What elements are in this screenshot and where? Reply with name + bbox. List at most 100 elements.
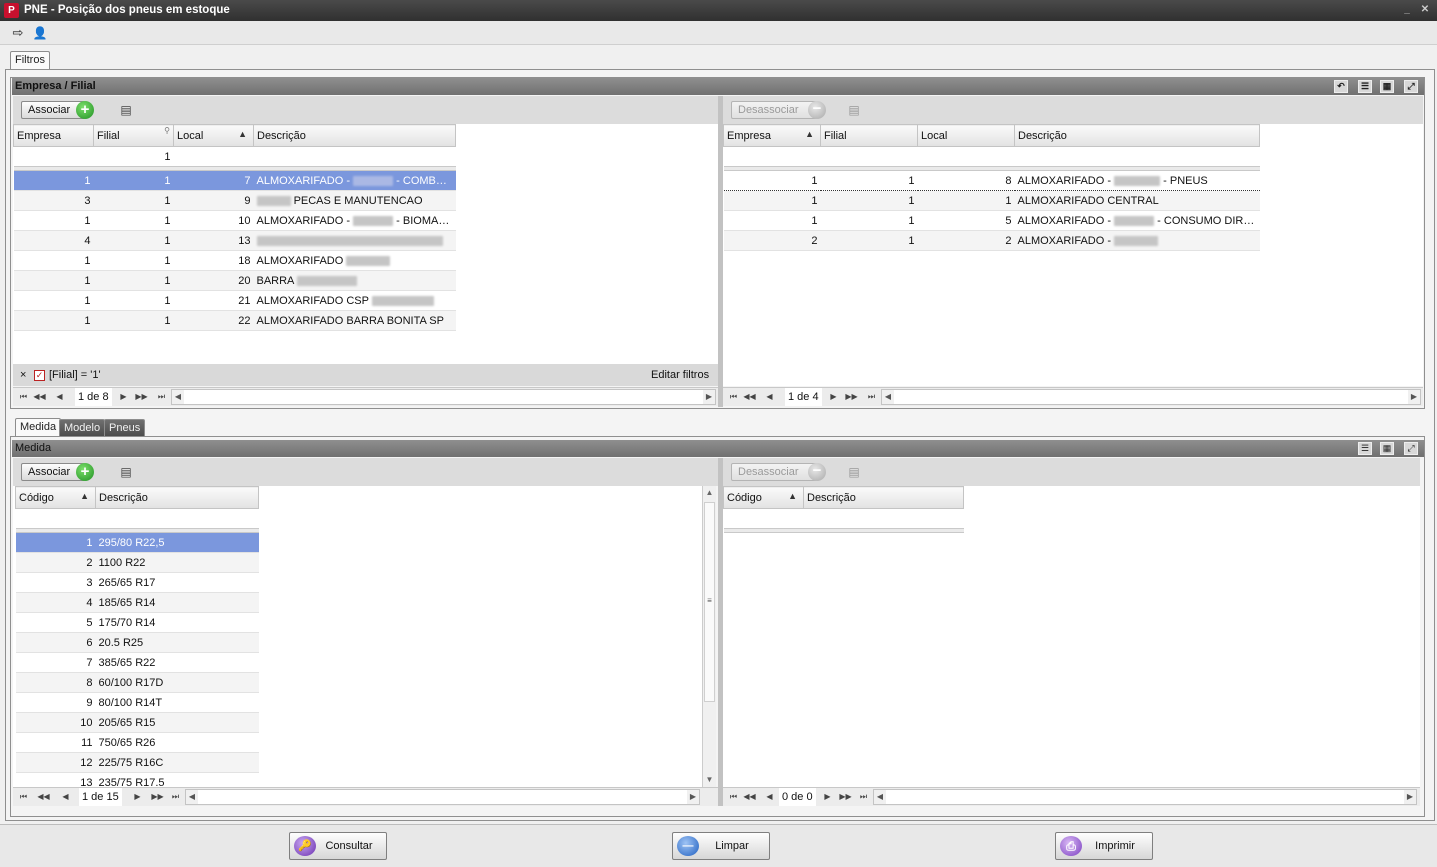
scroll-right-icon[interactable]: ▶	[703, 390, 715, 404]
prev-icon[interactable]: ◀	[53, 388, 66, 406]
table-row[interactable]: 5 175/70 R14	[15, 612, 259, 633]
last-page-icon[interactable]: ⏭	[169, 788, 182, 806]
table-row[interactable]: 1 1 1 ALMOXARIFADO CENTRAL	[723, 190, 1260, 211]
filter-checkbox[interactable]: ✓	[34, 370, 45, 381]
next-page-icon[interactable]: ▶▶	[135, 388, 148, 406]
table-row[interactable]: 1 1 8 ALMOXARIFADO - - PNEUS	[723, 170, 1260, 191]
col-descricao[interactable]: Descrição	[1014, 124, 1260, 147]
table-row[interactable]: 1 1 10 ALMOXARIFADO - - BIOMASSA	[13, 210, 456, 231]
imprimir-button[interactable]: ⎙ Imprimir	[1055, 832, 1153, 860]
scroll-right-icon[interactable]: ▶	[1404, 790, 1416, 804]
next-icon[interactable]: ▶	[827, 388, 840, 406]
tab-modelo[interactable]: Modelo	[59, 419, 106, 437]
table-row[interactable]: 1 1 7 ALMOXARIFADO - - COMBUS...	[13, 170, 456, 191]
table-row[interactable]: 1 1 20 BARRA	[13, 270, 456, 291]
last-page-icon[interactable]: ⏭	[865, 388, 878, 406]
next-page-icon[interactable]: ▶▶	[151, 788, 164, 806]
filter-row[interactable]	[724, 147, 1260, 167]
col-codigo[interactable]: Código ▲	[15, 486, 96, 509]
table-row[interactable]: 1 1 5 ALMOXARIFADO - - CONSUMO DIRETO	[723, 210, 1260, 231]
next-icon[interactable]: ▶	[821, 788, 834, 806]
table-row[interactable]: 6 20.5 R25	[15, 632, 259, 653]
col-descricao[interactable]: Descrição	[253, 124, 456, 147]
associar-button[interactable]: Associar +	[21, 101, 94, 119]
table-row[interactable]: 1 1 22 ALMOXARIFADO BARRA BONITA SP	[13, 310, 456, 331]
exit-icon[interactable]: ⇨	[10, 25, 26, 41]
scroll-right-icon[interactable]: ▶	[1408, 390, 1420, 404]
horizontal-scrollbar[interactable]: ◀ ▶	[881, 389, 1421, 405]
calendar-icon[interactable]: ▦	[1380, 80, 1394, 93]
last-page-icon[interactable]: ⏭	[155, 388, 168, 406]
scroll-down-icon[interactable]: ▼	[703, 773, 716, 787]
list-icon[interactable]: ☰	[1358, 80, 1372, 93]
table-row[interactable]: 3 265/65 R17	[15, 572, 259, 593]
col-empresa[interactable]: Empresa	[13, 124, 94, 147]
scroll-right-icon[interactable]: ▶	[687, 790, 699, 804]
associar-button[interactable]: Associar +	[21, 463, 94, 481]
table-row[interactable]: 9 80/100 R14T	[15, 692, 259, 713]
prev-icon[interactable]: ◀	[59, 788, 72, 806]
prev-icon[interactable]: ◀	[763, 388, 776, 406]
expand-icon[interactable]: ⤢	[1404, 442, 1418, 455]
first-page-icon[interactable]: ⏮	[727, 788, 740, 806]
filter-filial-value[interactable]: 1	[94, 147, 174, 167]
close-icon[interactable]: ✕	[1418, 3, 1432, 17]
next-page-icon[interactable]: ▶▶	[839, 788, 852, 806]
prev-icon[interactable]: ◀	[763, 788, 776, 806]
col-filial[interactable]: Filial ⚲	[93, 124, 174, 147]
undo-icon[interactable]: ↶	[1334, 80, 1348, 93]
table-row[interactable]: 11 750/65 R26	[15, 732, 259, 753]
remove-list-icon[interactable]: ▤	[845, 102, 863, 118]
tab-pneus[interactable]: Pneus	[104, 419, 146, 437]
table-row[interactable]: 1 1 21 ALMOXARIFADO CSP	[13, 290, 456, 311]
tab-medida[interactable]: Medida	[15, 418, 62, 437]
table-row[interactable]: 8 60/100 R17D	[15, 672, 259, 693]
last-page-icon[interactable]: ⏭	[857, 788, 870, 806]
col-codigo[interactable]: Código ▲	[723, 486, 804, 509]
col-filial[interactable]: Filial	[820, 124, 918, 147]
table-row[interactable]: 4 1 13	[13, 230, 456, 251]
prev-page-icon[interactable]: ◀◀	[743, 388, 756, 406]
horizontal-scrollbar[interactable]: ◀ ▶	[185, 789, 700, 805]
edit-filters-link[interactable]: Editar filtros	[651, 364, 709, 386]
table-row[interactable]: 12 225/75 R16C	[15, 752, 259, 773]
table-row[interactable]: 4 185/65 R14	[15, 592, 259, 613]
calendar-icon[interactable]: ▦	[1380, 442, 1394, 455]
filter-row[interactable]	[724, 509, 964, 529]
expand-icon[interactable]: ⤢	[1404, 80, 1418, 93]
scroll-left-icon[interactable]: ◀	[874, 790, 886, 804]
limpar-button[interactable]: — Limpar	[672, 832, 770, 860]
table-row[interactable]: 13 235/75 R17.5	[15, 772, 259, 787]
table-row[interactable]: 1 295/80 R22,5	[15, 532, 259, 553]
col-local[interactable]: Local	[917, 124, 1015, 147]
clear-filter-icon[interactable]: ×	[20, 364, 26, 386]
list-icon[interactable]: ☰	[1358, 442, 1372, 455]
next-page-icon[interactable]: ▶▶	[845, 388, 858, 406]
table-row[interactable]: 7 385/65 R22	[15, 652, 259, 673]
first-page-icon[interactable]: ⏮	[17, 788, 30, 806]
desassociar-button[interactable]: Desassociar −	[731, 463, 826, 481]
col-local[interactable]: Local ▲	[173, 124, 254, 147]
table-row[interactable]: 2 1100 R22	[15, 552, 259, 573]
prev-page-icon[interactable]: ◀◀	[37, 788, 50, 806]
scroll-left-icon[interactable]: ◀	[882, 390, 894, 404]
filter-row[interactable]	[16, 509, 259, 529]
table-row[interactable]: 1 1 18 ALMOXARIFADO	[13, 250, 456, 271]
first-page-icon[interactable]: ⏮	[17, 388, 30, 406]
next-icon[interactable]: ▶	[131, 788, 144, 806]
table-row[interactable]: 319 PECAS E MANUTENCAO	[13, 190, 456, 211]
scroll-left-icon[interactable]: ◀	[186, 790, 198, 804]
table-row[interactable]: 10 205/65 R15	[15, 712, 259, 733]
consultar-button[interactable]: 🔑 Consultar	[289, 832, 387, 860]
user-icon[interactable]: 👤	[32, 25, 48, 41]
add-list-icon[interactable]: ▤	[117, 464, 135, 480]
col-descricao[interactable]: Descrição	[95, 486, 259, 509]
remove-list-icon[interactable]: ▤	[845, 464, 863, 480]
horizontal-scrollbar[interactable]: ◀ ▶	[873, 789, 1417, 805]
add-list-icon[interactable]: ▤	[117, 102, 135, 118]
prev-page-icon[interactable]: ◀◀	[743, 788, 756, 806]
prev-page-icon[interactable]: ◀◀	[33, 388, 46, 406]
minimize-icon[interactable]: _	[1400, 3, 1414, 17]
col-empresa[interactable]: Empresa ▲	[723, 124, 821, 147]
scroll-up-icon[interactable]: ▲	[703, 486, 716, 500]
